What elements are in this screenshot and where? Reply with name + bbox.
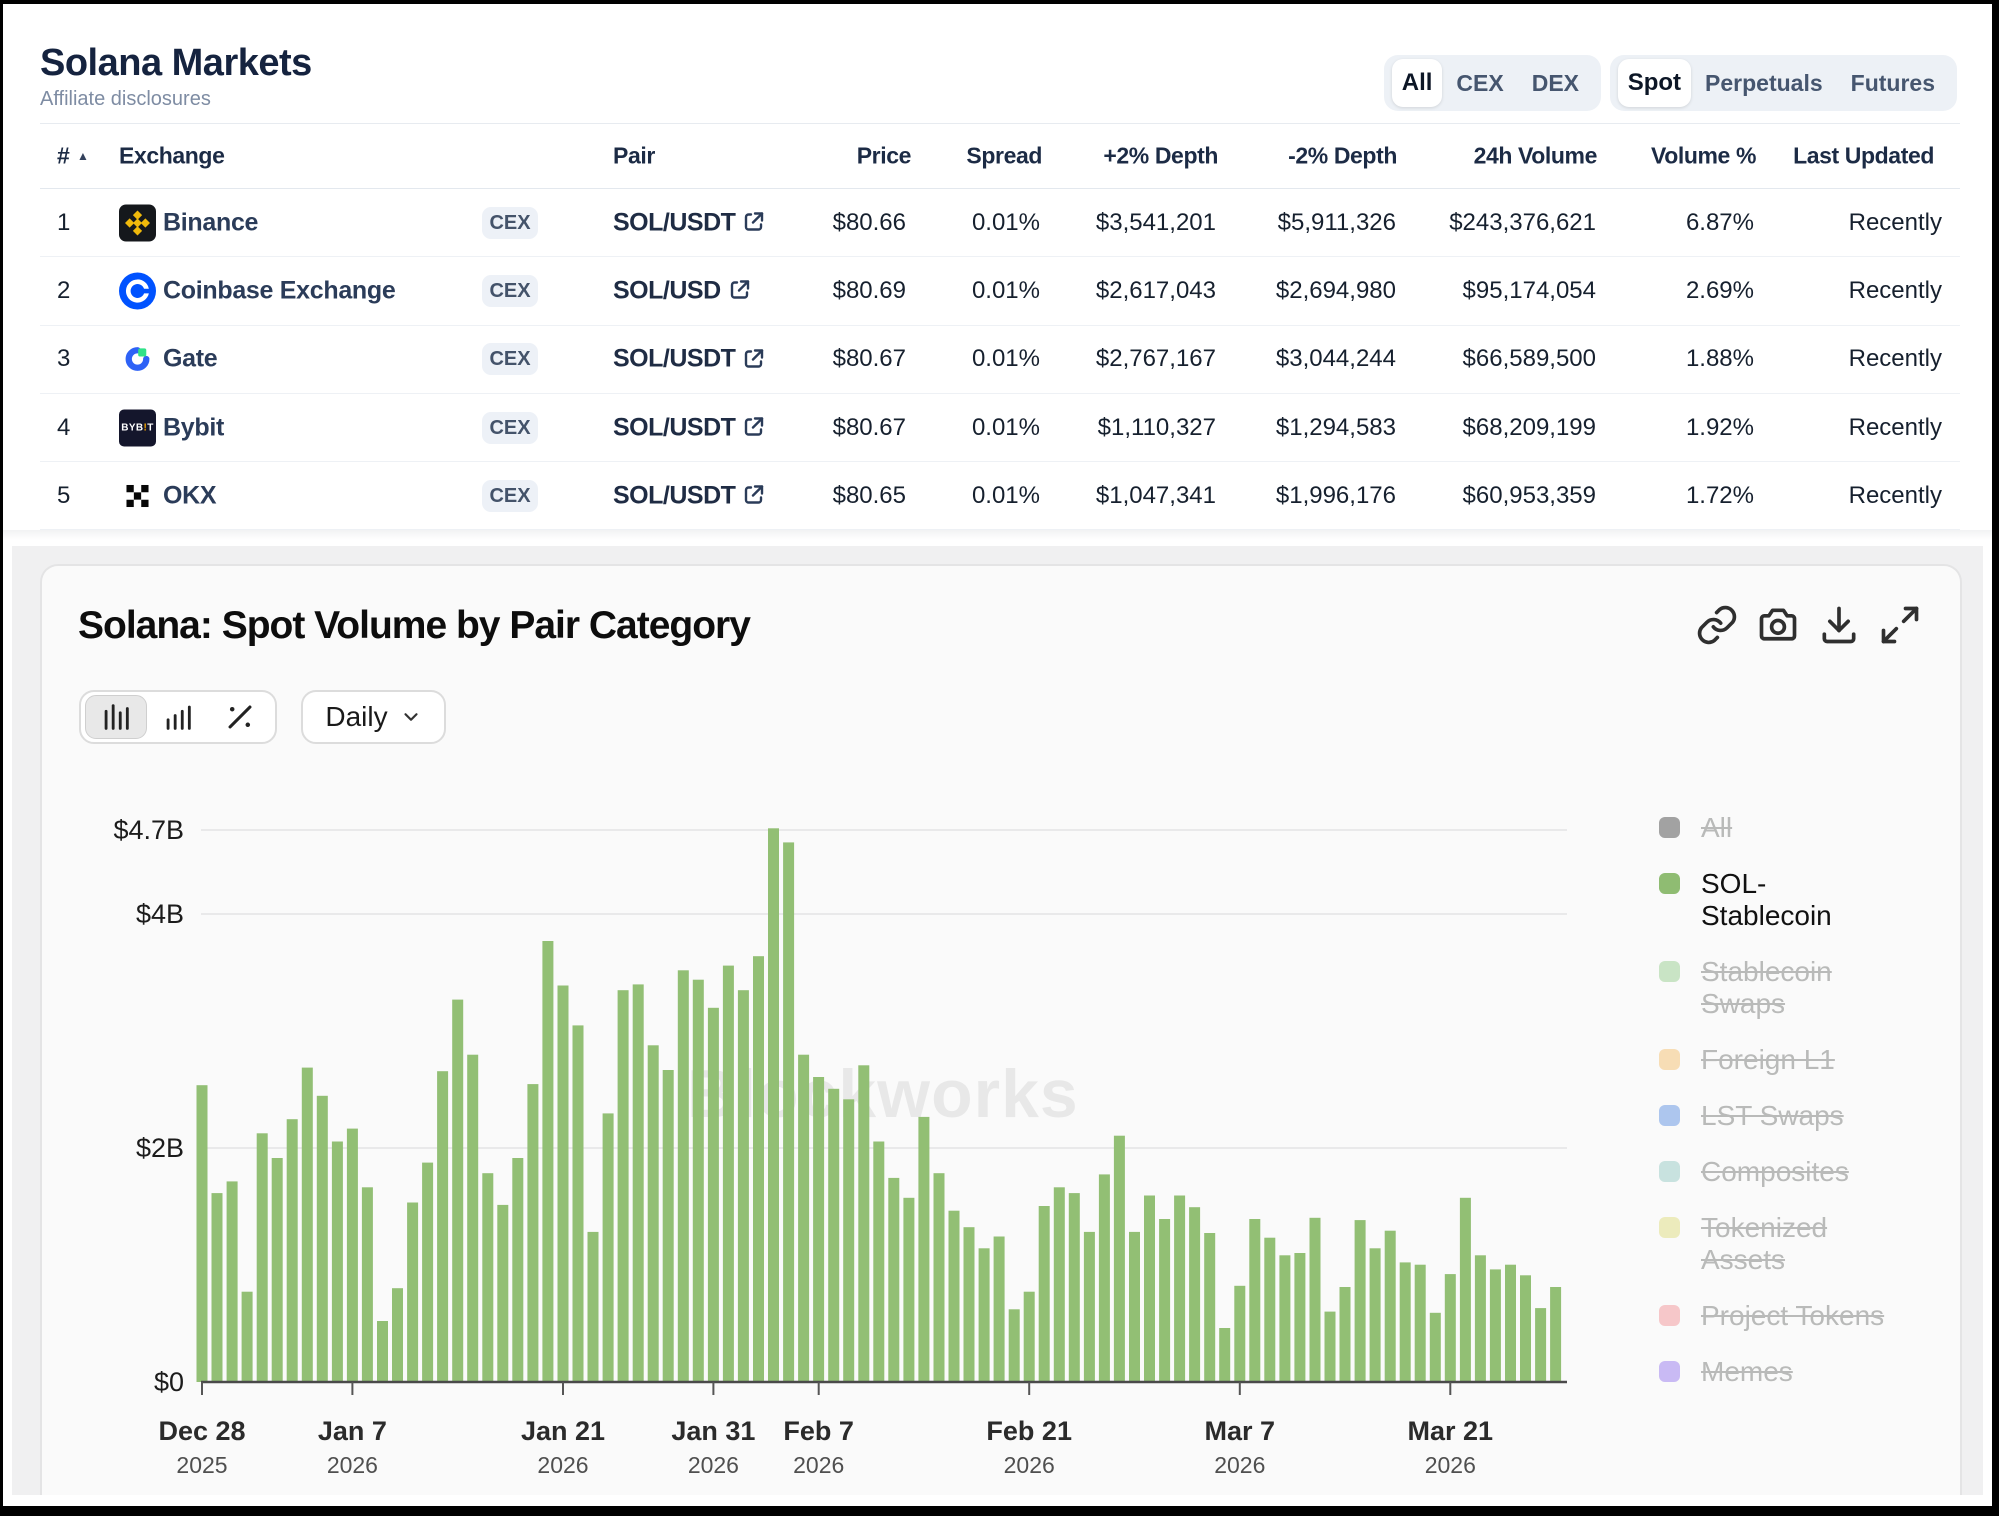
svg-text:$2B: $2B bbox=[136, 1133, 184, 1163]
svg-text:Jan 7: Jan 7 bbox=[318, 1416, 387, 1446]
svg-text:2026: 2026 bbox=[1214, 1452, 1265, 1478]
svg-text:2026: 2026 bbox=[688, 1452, 739, 1478]
svg-text:2026: 2026 bbox=[1004, 1452, 1055, 1478]
svg-text:$4B: $4B bbox=[136, 899, 184, 929]
svg-text:2026: 2026 bbox=[327, 1452, 378, 1478]
svg-text:2025: 2025 bbox=[176, 1452, 227, 1478]
svg-text:2026: 2026 bbox=[537, 1452, 588, 1478]
svg-text:2026: 2026 bbox=[1425, 1452, 1476, 1478]
svg-text:$0: $0 bbox=[154, 1367, 184, 1397]
svg-text:Jan 21: Jan 21 bbox=[521, 1416, 605, 1446]
svg-text:Feb 21: Feb 21 bbox=[986, 1416, 1072, 1446]
svg-text:Dec 28: Dec 28 bbox=[158, 1416, 245, 1446]
svg-text:Mar 7: Mar 7 bbox=[1205, 1416, 1276, 1446]
svg-text:$4.7B: $4.7B bbox=[113, 815, 184, 845]
svg-text:Mar 21: Mar 21 bbox=[1408, 1416, 1494, 1446]
svg-text:Feb 7: Feb 7 bbox=[783, 1416, 854, 1446]
svg-text:Jan 31: Jan 31 bbox=[671, 1416, 755, 1446]
svg-text:2026: 2026 bbox=[793, 1452, 844, 1478]
